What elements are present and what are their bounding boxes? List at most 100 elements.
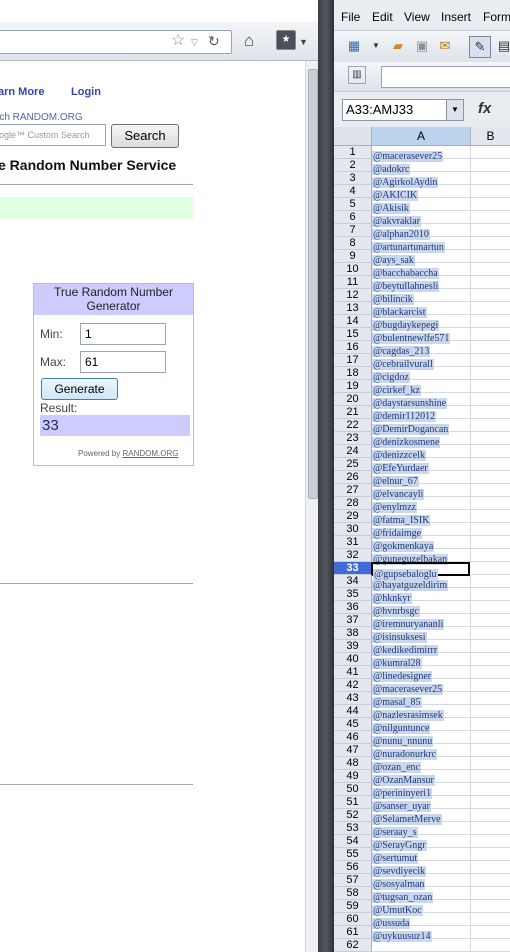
cell-b[interactable] (471, 497, 510, 510)
row-header[interactable]: 35 (334, 588, 372, 601)
row-header[interactable]: 38 (334, 627, 372, 640)
cell-a[interactable]: @alphan2010 (372, 224, 471, 240)
cell-a[interactable]: @kumral28 (372, 653, 471, 669)
row-header[interactable]: 14 (334, 315, 372, 328)
cell-a[interactable] (372, 939, 471, 952)
cell-a[interactable]: @sosyalman (372, 874, 471, 890)
row-header[interactable]: 33 (334, 562, 372, 575)
cell-b[interactable] (471, 692, 510, 705)
row-header[interactable]: 17 (334, 354, 372, 367)
cell-b[interactable] (471, 588, 510, 601)
row-header[interactable]: 8 (334, 237, 372, 250)
cell-b[interactable] (471, 679, 510, 692)
cell-b[interactable] (471, 250, 510, 263)
cell-b[interactable] (471, 705, 510, 718)
chevron-down-icon[interactable]: ▼ (299, 32, 308, 52)
row-header[interactable]: 25 (334, 458, 372, 471)
cell-a[interactable]: @seraay_s (372, 822, 471, 838)
row-header[interactable]: 24 (334, 445, 372, 458)
function-wizard-icon[interactable]: fx (478, 100, 491, 117)
column-header-b[interactable]: B (471, 127, 510, 145)
cell-b[interactable] (471, 627, 510, 640)
chevron-down-icon[interactable]: ▼ (446, 100, 463, 120)
row-header[interactable]: 19 (334, 380, 372, 393)
cell-a[interactable]: @sevdiyecik (372, 861, 471, 877)
row-header[interactable]: 44 (334, 705, 372, 718)
cell-a[interactable]: @iremnuryananli (372, 614, 471, 630)
cell-a[interactable]: @blackarcist (372, 302, 471, 318)
row-header[interactable]: 45 (334, 718, 372, 731)
cell-a[interactable]: @gupsebaloglu (371, 562, 470, 580)
row-header[interactable]: 42 (334, 679, 372, 692)
row-header[interactable]: 3 (334, 172, 372, 185)
cell-b[interactable] (471, 276, 510, 289)
cell-a[interactable]: @SerayGngr (372, 835, 471, 851)
reload-icon[interactable]: ↻ (208, 31, 220, 51)
address-bar[interactable]: ☆ ▽ ↻ (0, 30, 232, 54)
cell-b[interactable] (471, 289, 510, 302)
cell-b[interactable] (471, 835, 510, 848)
cell-b[interactable] (471, 809, 510, 822)
cell-a[interactable]: @akvraklar (372, 211, 471, 227)
row-header[interactable]: 54 (334, 835, 372, 848)
cell-a[interactable]: @fatma_ISIK (372, 510, 471, 526)
cell-b[interactable] (471, 666, 510, 679)
row-header[interactable]: 37 (334, 614, 372, 627)
row-header[interactable]: 39 (334, 640, 372, 653)
cell-a[interactable]: @bacchabaccha (372, 263, 471, 279)
cell-a[interactable]: @OzanMansur (372, 770, 471, 786)
cell-b[interactable] (471, 874, 510, 887)
cell-b[interactable] (471, 328, 510, 341)
row-header[interactable]: 13 (334, 302, 372, 315)
cell-b[interactable] (471, 146, 510, 159)
row-header[interactable]: 6 (334, 211, 372, 224)
cell-b[interactable] (471, 549, 510, 562)
cell-a[interactable]: @isinsuksesi (372, 627, 471, 643)
row-header[interactable]: 62 (334, 939, 372, 952)
row-header[interactable]: 16 (334, 341, 372, 354)
open-folder-icon[interactable]: ▰ (388, 36, 408, 56)
row-header[interactable]: 32 (334, 549, 372, 562)
learn-more-link[interactable]: arn More (0, 86, 44, 98)
styles-icon[interactable]: ▥ (348, 66, 366, 84)
menu-view[interactable]: View (404, 10, 430, 24)
menu-file[interactable]: File (341, 10, 360, 24)
cell-b[interactable] (471, 406, 510, 419)
cell-b[interactable] (471, 822, 510, 835)
cell-a[interactable]: @Akisik (372, 198, 471, 214)
cell-a[interactable]: @beytullahnesli (372, 276, 471, 292)
cell-b[interactable] (471, 523, 510, 536)
row-header[interactable]: 1 (334, 146, 372, 159)
cell-b[interactable] (471, 393, 510, 406)
row-header[interactable]: 46 (334, 731, 372, 744)
row-header[interactable]: 5 (334, 198, 372, 211)
cell-a[interactable]: @kedikedimirrr (372, 640, 471, 656)
cell-b[interactable] (471, 263, 510, 276)
cell-a[interactable]: @tugsan_ozan (372, 887, 471, 903)
cell-a[interactable]: @ays_sak (372, 250, 471, 266)
menu-insert[interactable]: Insert (441, 10, 471, 24)
cell-a[interactable]: @fridaimge (372, 523, 471, 539)
cell-a[interactable]: @sanser_uyar (372, 796, 471, 812)
cell-b[interactable] (471, 861, 510, 874)
bookmarks-menu-icon[interactable]: ★ (276, 30, 296, 50)
row-header[interactable]: 18 (334, 367, 372, 380)
row-header[interactable]: 57 (334, 874, 372, 887)
cell-a[interactable]: @denizzcelk (372, 445, 471, 461)
row-header[interactable]: 2 (334, 159, 372, 172)
row-header[interactable]: 10 (334, 263, 372, 276)
row-header[interactable]: 27 (334, 484, 372, 497)
scrollbar-thumb[interactable] (308, 69, 318, 499)
row-header[interactable]: 34 (334, 575, 372, 588)
cell-a[interactable]: @cirkef_kz (372, 380, 471, 396)
cell-a[interactable]: @sertumut (372, 848, 471, 864)
cell-a[interactable]: @nilguntunce (372, 718, 471, 734)
cell-a[interactable]: @hayatguzeldirim (372, 575, 471, 591)
cell-a[interactable]: @cigdoz (372, 367, 471, 383)
cell-a[interactable]: @demir112012 (372, 406, 471, 422)
cell-a[interactable]: @ozan_enc (372, 757, 471, 773)
cell-a[interactable]: @SelametMerve (372, 809, 471, 825)
cell-b[interactable] (471, 601, 510, 614)
cell-b[interactable] (471, 419, 510, 432)
cell-b[interactable] (471, 926, 510, 939)
